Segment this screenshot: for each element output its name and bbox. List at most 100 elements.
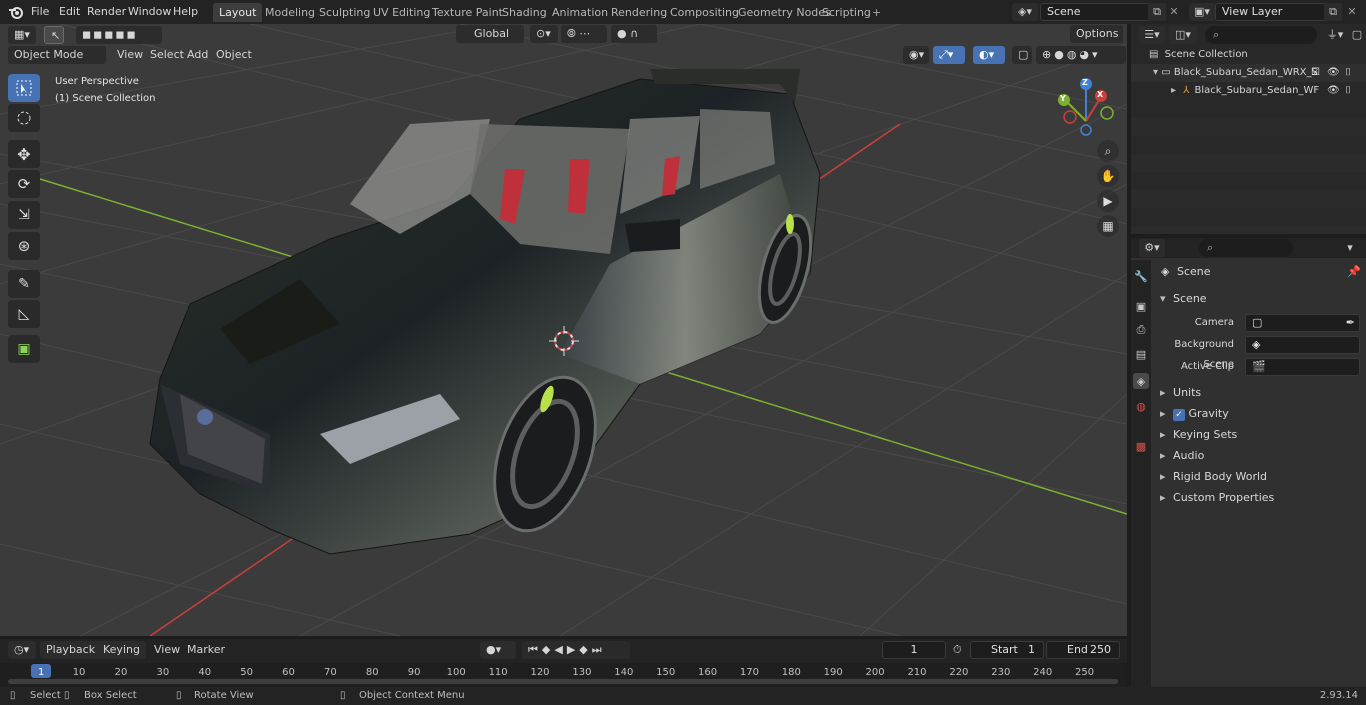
- new-collection-icon[interactable]: ▢: [1351, 26, 1363, 44]
- eye-icon[interactable]: 👁: [1327, 64, 1340, 82]
- eyedropper-icon[interactable]: ✒: [1346, 315, 1355, 331]
- rigid-body-world-panel[interactable]: ▸ Rigid Body World: [1153, 467, 1362, 487]
- properties-search-input[interactable]: ⌕: [1199, 239, 1293, 257]
- outliner-item-armature[interactable]: ▸ ⅄ Black_Subaru_Sedan_WF 👁 ⌷: [1131, 82, 1366, 100]
- world-tab-icon[interactable]: ◍: [1133, 398, 1149, 414]
- menu-help[interactable]: Help: [173, 4, 198, 20]
- timeline-menu-playback[interactable]: Playback: [40, 641, 102, 659]
- viewport-menu-view[interactable]: View: [117, 46, 143, 64]
- gizmo-toggle-icon[interactable]: ⤢▾: [933, 46, 965, 64]
- tab-modeling[interactable]: Modeling: [259, 3, 321, 22]
- blender-logo-icon[interactable]: [8, 4, 24, 20]
- tool-settings-tab-icon[interactable]: 🔧: [1133, 268, 1149, 284]
- pivot-icon[interactable]: ⊙▾: [530, 25, 558, 43]
- 3d-viewport[interactable]: Z X Y ▦▾ ↖ ◼◼◼◼◼ Global ⊙▾ ⦾ ⋯ ● ∩ Optio…: [0, 24, 1127, 636]
- scene-duplicate-icon[interactable]: ⧉: [1148, 3, 1166, 21]
- outliner-search-input[interactable]: ⌕: [1205, 26, 1317, 44]
- display-mode-icon[interactable]: ◫▾: [1169, 26, 1197, 44]
- expand-right-icon[interactable]: ▸: [1171, 85, 1176, 96]
- tool-scale[interactable]: ⇲: [8, 201, 40, 229]
- proportional-editing-icon[interactable]: ● ∩: [611, 25, 657, 43]
- audio-panel[interactable]: ▸ Audio: [1153, 446, 1362, 466]
- tab-rendering[interactable]: Rendering: [605, 3, 673, 22]
- tab-layout[interactable]: Layout: [213, 3, 263, 22]
- options-button[interactable]: Options: [1070, 25, 1123, 43]
- snapping-icon[interactable]: ⦾ ⋯: [561, 25, 607, 43]
- menu-file[interactable]: File: [31, 4, 49, 20]
- camera-view-icon[interactable]: ▶: [1097, 190, 1119, 212]
- render-tab-icon[interactable]: ▣: [1133, 298, 1149, 314]
- tool-cursor[interactable]: [8, 104, 40, 132]
- mode-select[interactable]: Object Mode: [8, 46, 106, 64]
- properties-editor-icon[interactable]: ⚙▾: [1139, 239, 1165, 257]
- active-clip-field[interactable]: 🎬: [1245, 358, 1360, 376]
- outliner-scene-collection[interactable]: ▤ Scene Collection: [1131, 46, 1366, 64]
- scene-name-field[interactable]: Scene: [1040, 3, 1150, 21]
- outliner-editor-icon[interactable]: ☰▾: [1139, 26, 1165, 44]
- tool-select-box[interactable]: [8, 74, 40, 102]
- menu-render[interactable]: Render: [87, 4, 126, 20]
- viewport-menu-add[interactable]: Add: [187, 46, 208, 64]
- tool-rotate[interactable]: ⟳: [8, 170, 40, 198]
- custom-properties-panel[interactable]: ▸ Custom Properties: [1153, 488, 1362, 508]
- tool-move[interactable]: ✥: [8, 140, 40, 168]
- keying-sets-panel[interactable]: ▸ Keying Sets: [1153, 425, 1362, 445]
- scene-panel-header[interactable]: ▾ Scene: [1153, 289, 1362, 309]
- viewport-menu-object[interactable]: Object: [216, 46, 252, 64]
- eye-icon[interactable]: 👁: [1327, 82, 1340, 100]
- start-frame-field[interactable]: Start 1: [970, 641, 1044, 659]
- zoom-icon[interactable]: ⌕: [1097, 140, 1119, 162]
- view-layer-type-icon[interactable]: ▣▾: [1189, 3, 1215, 21]
- filter-icon[interactable]: ⏚▾: [1321, 26, 1349, 44]
- timeline-scrollbar[interactable]: [8, 679, 1118, 684]
- current-frame-field[interactable]: 1: [882, 641, 946, 659]
- camera-field[interactable]: ▢ ✒: [1245, 314, 1360, 332]
- texture-tab-icon[interactable]: ▩: [1133, 438, 1149, 454]
- include-checkbox[interactable]: ☑: [1311, 64, 1320, 82]
- units-panel[interactable]: ▸ Units: [1153, 383, 1362, 403]
- scene-close-icon[interactable]: ✕: [1166, 3, 1182, 21]
- background-scene-field[interactable]: ◈: [1245, 336, 1360, 354]
- tool-transform[interactable]: ⊛: [8, 232, 40, 260]
- properties-options-icon[interactable]: ▾: [1341, 239, 1359, 257]
- menu-edit[interactable]: Edit: [59, 4, 80, 20]
- ortho-grid-icon[interactable]: ▦: [1097, 215, 1119, 237]
- view-layer-tab-icon[interactable]: ▤: [1133, 346, 1149, 362]
- transform-orientation[interactable]: Global: [456, 25, 524, 43]
- camera-render-icon[interactable]: ⌷: [1345, 82, 1351, 100]
- pin-icon[interactable]: 📌: [1347, 262, 1361, 282]
- xray-icon[interactable]: ▢: [1012, 46, 1032, 64]
- tab-shading[interactable]: Shading: [496, 3, 553, 22]
- timeline-menu-view[interactable]: View: [154, 641, 180, 659]
- tool-measure[interactable]: ◺: [8, 300, 40, 328]
- output-tab-icon[interactable]: ⎙: [1133, 322, 1149, 338]
- editor-type-icon[interactable]: ▦▾: [8, 26, 36, 44]
- selection-mode-icon[interactable]: ◼◼◼◼◼: [76, 26, 162, 44]
- menu-window[interactable]: Window: [128, 4, 171, 20]
- scene-type-icon[interactable]: ◈▾: [1012, 3, 1038, 21]
- end-frame-field[interactable]: End 250: [1046, 641, 1120, 659]
- timeline-menu-keying[interactable]: Keying: [97, 641, 146, 659]
- tab-animation[interactable]: Animation: [546, 3, 614, 22]
- gravity-checkbox[interactable]: ✓: [1173, 409, 1186, 421]
- pan-hand-icon[interactable]: ✋: [1097, 165, 1119, 187]
- playback-controls-icon[interactable]: ⏮◆◀▶◆⏭: [522, 641, 630, 659]
- gravity-panel[interactable]: ▸ ✓ Gravity: [1153, 404, 1362, 424]
- view-layer-duplicate-icon[interactable]: ⧉: [1324, 3, 1342, 21]
- select-tool-icon[interactable]: ↖: [44, 26, 64, 44]
- timeline-editor-icon[interactable]: ◷▾: [8, 641, 36, 659]
- outliner-item-collection[interactable]: ▾ ▭ Black_Subaru_Sedan_WRX_S ☑ 👁 ⌷: [1131, 64, 1366, 82]
- shading-mode-icon[interactable]: ⊕●◍◕▾: [1036, 46, 1126, 64]
- overlays-icon[interactable]: ◐▾: [973, 46, 1005, 64]
- scene-tab-icon[interactable]: ◈: [1133, 373, 1149, 389]
- camera-render-icon[interactable]: ⌷: [1345, 64, 1351, 82]
- autokey-record-icon[interactable]: ●▾: [480, 641, 516, 659]
- viewport-menu-select[interactable]: Select: [150, 46, 184, 64]
- view-layer-close-icon[interactable]: ✕: [1344, 3, 1360, 21]
- visibility-icon[interactable]: ◉▾: [903, 46, 929, 64]
- preview-range-icon[interactable]: ⏱: [953, 641, 969, 659]
- tool-add-cube[interactable]: ▣: [8, 335, 40, 363]
- view-layer-field[interactable]: View Layer: [1215, 3, 1325, 21]
- add-workspace-icon[interactable]: +: [866, 3, 887, 22]
- tool-annotate[interactable]: ✎: [8, 270, 40, 298]
